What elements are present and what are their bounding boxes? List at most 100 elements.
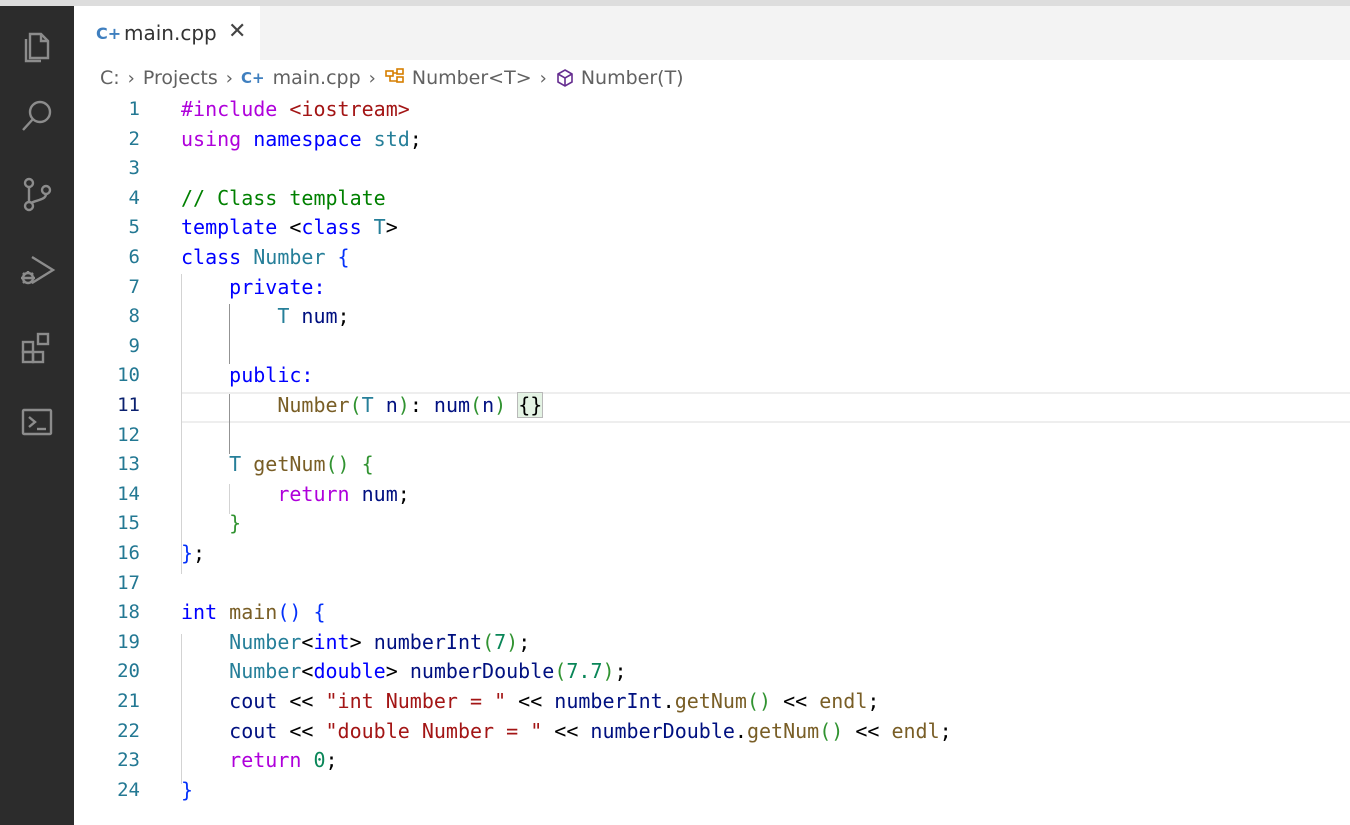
line-number: 18	[117, 601, 140, 624]
code-token: :	[409, 393, 434, 417]
code-editor[interactable]: #include <iostream> using namespace std; …	[166, 94, 1350, 825]
code-token: Number	[229, 629, 302, 654]
code-token: <<	[289, 718, 326, 743]
code-token: "double Number = "	[325, 718, 555, 743]
code-token: ;	[614, 659, 627, 684]
breadcrumb-method[interactable]: Number(T)	[555, 67, 684, 89]
search-icon[interactable]	[13, 92, 61, 140]
code-token: {}	[517, 392, 544, 418]
cpp-file-icon: C+	[240, 69, 265, 87]
code-token: num	[361, 481, 398, 506]
line-number: 20	[117, 660, 140, 683]
code-token: )	[602, 659, 615, 684]
code-line[interactable]: private:	[181, 272, 326, 302]
code-token: private:	[229, 274, 326, 299]
code-line[interactable]: return 0;	[181, 745, 337, 775]
code-token: using	[181, 126, 254, 151]
code-token: <<	[783, 689, 820, 713]
code-line[interactable]: }	[181, 775, 193, 805]
code-token: T	[277, 304, 302, 329]
code-token: "int Number = "	[325, 689, 519, 713]
code-token: numberInt	[373, 629, 483, 654]
code-token: >	[385, 215, 398, 240]
code-token: ()	[325, 452, 362, 477]
activity-bar	[0, 6, 74, 825]
code-line[interactable]: template <class T>	[181, 212, 398, 242]
breadcrumb-file-label: main.cpp	[272, 67, 361, 89]
code-token: ;	[337, 304, 350, 329]
chevron-right-icon: ›	[127, 67, 135, 89]
code-token: ;	[409, 126, 434, 151]
run-debug-icon[interactable]	[13, 246, 61, 294]
code-line[interactable]: Number<double> numberDouble(7.7);	[181, 656, 627, 686]
breadcrumb-class[interactable]: Number<T>	[384, 67, 532, 89]
code-line[interactable]: Number<int> numberInt(7);	[181, 627, 530, 657]
code-line[interactable]: T getNum() {	[181, 449, 374, 479]
code-token: int	[313, 629, 350, 654]
code-token: return	[277, 481, 362, 506]
terminal-icon[interactable]	[13, 398, 61, 446]
code-token: T	[373, 215, 386, 240]
code-token: >	[385, 659, 410, 684]
breadcrumb-file[interactable]: C+ main.cpp	[241, 67, 361, 89]
code-line[interactable]: };	[181, 538, 205, 568]
code-token: )	[397, 393, 410, 417]
code-token: num	[301, 304, 338, 329]
code-token: #include	[181, 97, 290, 121]
code-line[interactable]: Number(T n): num(n) {}	[181, 390, 544, 420]
code-line[interactable]: cout << "int Number = " << numberInt.get…	[181, 686, 879, 716]
code-line[interactable]: }	[181, 508, 241, 538]
line-number: 24	[117, 778, 140, 801]
code-token: <	[301, 629, 314, 654]
code-token: Number	[277, 393, 350, 417]
code-line[interactable]: public:	[181, 360, 313, 390]
code-token: ()	[746, 689, 784, 713]
code-token: {	[361, 452, 374, 477]
code-token: .	[662, 689, 675, 713]
close-icon[interactable]: ✕	[228, 20, 246, 44]
code-line[interactable]: return num;	[181, 479, 409, 509]
line-number: 23	[117, 749, 140, 772]
code-token: // Class template	[181, 185, 386, 210]
tab-label: main.cpp	[124, 21, 217, 45]
code-line[interactable]: T num;	[181, 301, 350, 331]
code-token: numberInt	[554, 689, 663, 713]
line-number: 16	[117, 542, 140, 564]
extensions-icon[interactable]	[13, 324, 61, 372]
code-token: class	[301, 215, 374, 240]
line-number: 12	[117, 423, 140, 446]
code-token: .	[734, 718, 747, 743]
code-token: numberDouble	[409, 659, 555, 684]
code-token: getNum	[674, 689, 747, 713]
code-token: double	[313, 659, 386, 684]
class-symbol-icon	[384, 68, 406, 88]
code-line[interactable]: using namespace std;	[181, 124, 434, 154]
code-token: (	[470, 393, 483, 417]
code-token: (	[554, 659, 567, 684]
line-number: 10	[117, 364, 140, 387]
code-line[interactable]: class Number {	[181, 242, 350, 272]
line-number: 4	[128, 186, 140, 209]
tab-main-cpp[interactable]: C+ main.cpp ✕	[74, 6, 260, 60]
line-number: 5	[128, 216, 140, 239]
code-line[interactable]: // Class template	[181, 183, 386, 213]
breadcrumb-folder[interactable]: Projects	[143, 67, 218, 89]
breadcrumb-drive[interactable]: C:	[100, 67, 120, 89]
code-token: )	[506, 629, 519, 654]
code-line[interactable]: cout << "double Number = " << numberDoub…	[181, 716, 952, 746]
code-token: ;	[518, 629, 531, 654]
chevron-right-icon: ›	[368, 67, 376, 89]
cpp-file-icon: C+	[96, 23, 122, 43]
line-number: 13	[117, 453, 140, 476]
code-token: int	[181, 600, 230, 625]
code-line[interactable]: #include <iostream>	[181, 94, 410, 124]
line-number: 1	[128, 98, 140, 120]
source-control-icon[interactable]	[13, 170, 61, 218]
code-line[interactable]: int main() {	[181, 597, 326, 627]
code-token: ()	[277, 600, 314, 625]
code-token: (	[349, 393, 362, 417]
explorer-icon[interactable]	[13, 21, 61, 69]
